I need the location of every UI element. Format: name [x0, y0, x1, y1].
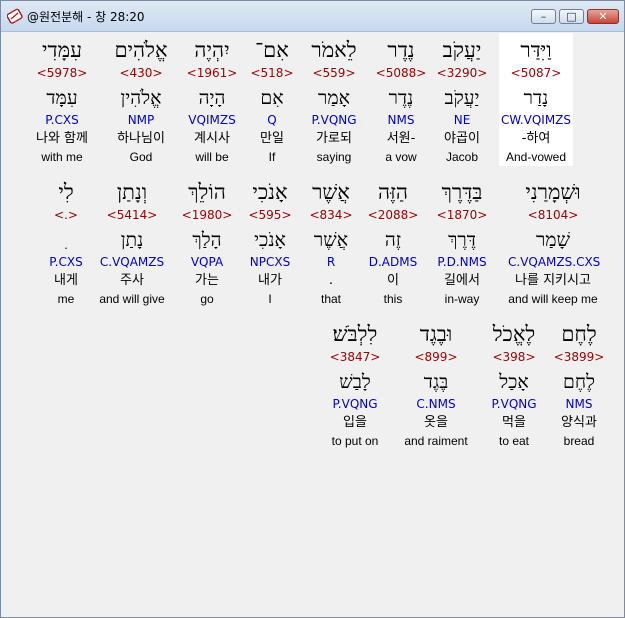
lemma: אָנֹכִי — [254, 229, 286, 251]
strong-number[interactable]: <8104> — [516, 208, 590, 222]
lemma: הָלַךְ — [192, 229, 222, 251]
english-gloss: to put on — [331, 434, 379, 448]
strong-number[interactable]: <5978> — [25, 66, 99, 80]
hebrew-word: עִמָּדִי — [42, 38, 82, 62]
hebrew-word: נֶדֶר — [387, 38, 415, 62]
lemma: אָכַל — [499, 371, 529, 393]
hebrew-word: וּשְׁמָרַנִי — [525, 180, 581, 204]
strong-number[interactable]: <1980> — [170, 208, 244, 222]
strong-number[interactable]: <3899> — [542, 350, 616, 364]
lemma: הָיָה — [198, 87, 226, 109]
word-cell[interactable]: לִי <.> ִ P.CXS 내게 me — [29, 175, 103, 308]
strong-number[interactable]: <595> — [233, 208, 307, 222]
korean-gloss: 옷을 — [424, 415, 448, 430]
hebrew-word: וַיִּדַּר — [520, 38, 552, 62]
word-cell[interactable]: וּבֶגֶד <899> בֶּגֶד C.NMS 옷을 and raimen… — [399, 317, 473, 450]
hebrew-word: לֶאֱכֹל — [492, 322, 536, 346]
app-window: @원전분해 - 창 28:20 – □ ✕ וַיִּדַּר <5087> נ… — [0, 0, 625, 618]
word-cell[interactable]: הוֹלֵךְ <1980> הָלַךְ VQPA 가는 go — [170, 175, 244, 308]
window-title: @원전분해 - 창 28:20 — [27, 10, 145, 24]
lemma: נָדַר — [523, 87, 549, 109]
interlinear-panel: וַיִּדַּר <5087> נָדַר CW.VQIMZS -하여 And… — [5, 33, 620, 613]
lemma: לֶחֶם — [563, 371, 595, 393]
lemma: נֶדֶר — [388, 87, 414, 109]
strong-number[interactable]: <3847> — [318, 350, 392, 364]
strong-number[interactable]: <1870> — [425, 208, 499, 222]
parsing-code: C.NMS — [416, 397, 456, 411]
title-bar[interactable]: @원전분해 - 창 28:20 – □ ✕ — [1, 1, 624, 32]
lemma: דֶּרֶךְ — [448, 229, 476, 251]
hebrew-word: וּבֶגֶד — [419, 322, 453, 346]
lemma: עִמָּד — [46, 87, 78, 109]
english-gloss: and raiment — [404, 434, 468, 448]
hebrew-word: וְנָתַן — [116, 180, 148, 204]
maximize-button[interactable]: □ — [559, 9, 584, 24]
korean-gloss: 먹을 — [502, 415, 526, 430]
hebrew-word: בַּדֶּרֶךְ — [441, 180, 483, 204]
english-gloss: with me — [41, 150, 83, 164]
korean-gloss: 나와 함께 — [36, 131, 88, 146]
parsing-code: P.CXS — [49, 255, 83, 269]
strong-number[interactable]: <5414> — [95, 208, 169, 222]
word-cell[interactable]: יִהְיֶה <1961> הָיָה VQIMZS 계시사 will be — [175, 33, 249, 166]
lemma: אֱלֹהִין — [120, 87, 162, 109]
word-cell[interactable]: וַיִּדַּר <5087> נָדַר CW.VQIMZS -하여 And… — [499, 33, 573, 166]
korean-gloss: 내게 — [54, 273, 78, 288]
word-cell[interactable]: לִלְבֹּשׁ׃ <3847> לָבַשׁ P.VQNG 입을 to pu… — [318, 317, 392, 450]
lemma: בֶּגֶד — [423, 371, 449, 393]
korean-gloss: 입을 — [343, 415, 367, 430]
hebrew-word: אָנֹכִי — [252, 180, 288, 204]
parsing-code: P.VQNG — [332, 397, 378, 411]
parsing-code: C.VQAMZS.CXS — [508, 255, 601, 269]
korean-gloss: 나를 지키시고 — [515, 273, 591, 288]
scroll-book-icon — [6, 8, 23, 24]
lemma: ִ — [29, 227, 103, 253]
word-cell[interactable]: עִמָּדִי <5978> עִמָּד P.CXS 나와 함께 with … — [25, 33, 99, 166]
korean-gloss: 하나님이 — [117, 131, 165, 146]
parsing-code: P.CXS — [45, 113, 79, 127]
close-button[interactable]: ✕ — [587, 9, 619, 24]
strong-number[interactable]: <5088> — [364, 66, 438, 80]
lemma: לָבַשׁ — [339, 371, 371, 393]
parsing-code: P.VQNG — [491, 397, 537, 411]
strong-number[interactable]: <.> — [29, 208, 103, 222]
strong-number[interactable]: <1961> — [175, 66, 249, 80]
parsing-code: NMP — [127, 113, 155, 127]
hebrew-word: לִלְבֹּשׁ׃ — [332, 322, 378, 346]
strong-number[interactable]: <5087> — [499, 66, 573, 80]
lemma: נָתַן — [120, 229, 144, 251]
word-cell[interactable]: וּשְׁמָרַנִי <8104> שָׁמַר C.VQAMZS.CXS … — [508, 175, 600, 308]
strong-number[interactable]: <398> — [477, 350, 551, 364]
hebrew-word: לֶחֶם — [561, 322, 597, 346]
minimize-button[interactable]: – — [531, 9, 556, 24]
hebrew-word: יִהְיֶה — [194, 38, 230, 62]
word-cell[interactable]: אֱלֹהִים <430> אֱלֹהִין NMP 하나님이 God — [104, 33, 178, 166]
english-gloss: me — [57, 292, 75, 306]
english-gloss: and will keep me — [508, 292, 598, 306]
hebrew-word: הוֹלֵךְ — [188, 180, 226, 204]
strong-number[interactable]: <899> — [399, 350, 473, 364]
hebrew-word: אֱלֹהִים — [114, 38, 168, 62]
strong-number[interactable]: <430> — [104, 66, 178, 80]
hebrew-word: לִי — [58, 180, 74, 204]
lemma: שָׁמַר — [535, 229, 571, 251]
word-cell[interactable]: לֶאֱכֹל <398> אָכַל P.VQNG 먹을 to eat — [477, 317, 551, 450]
